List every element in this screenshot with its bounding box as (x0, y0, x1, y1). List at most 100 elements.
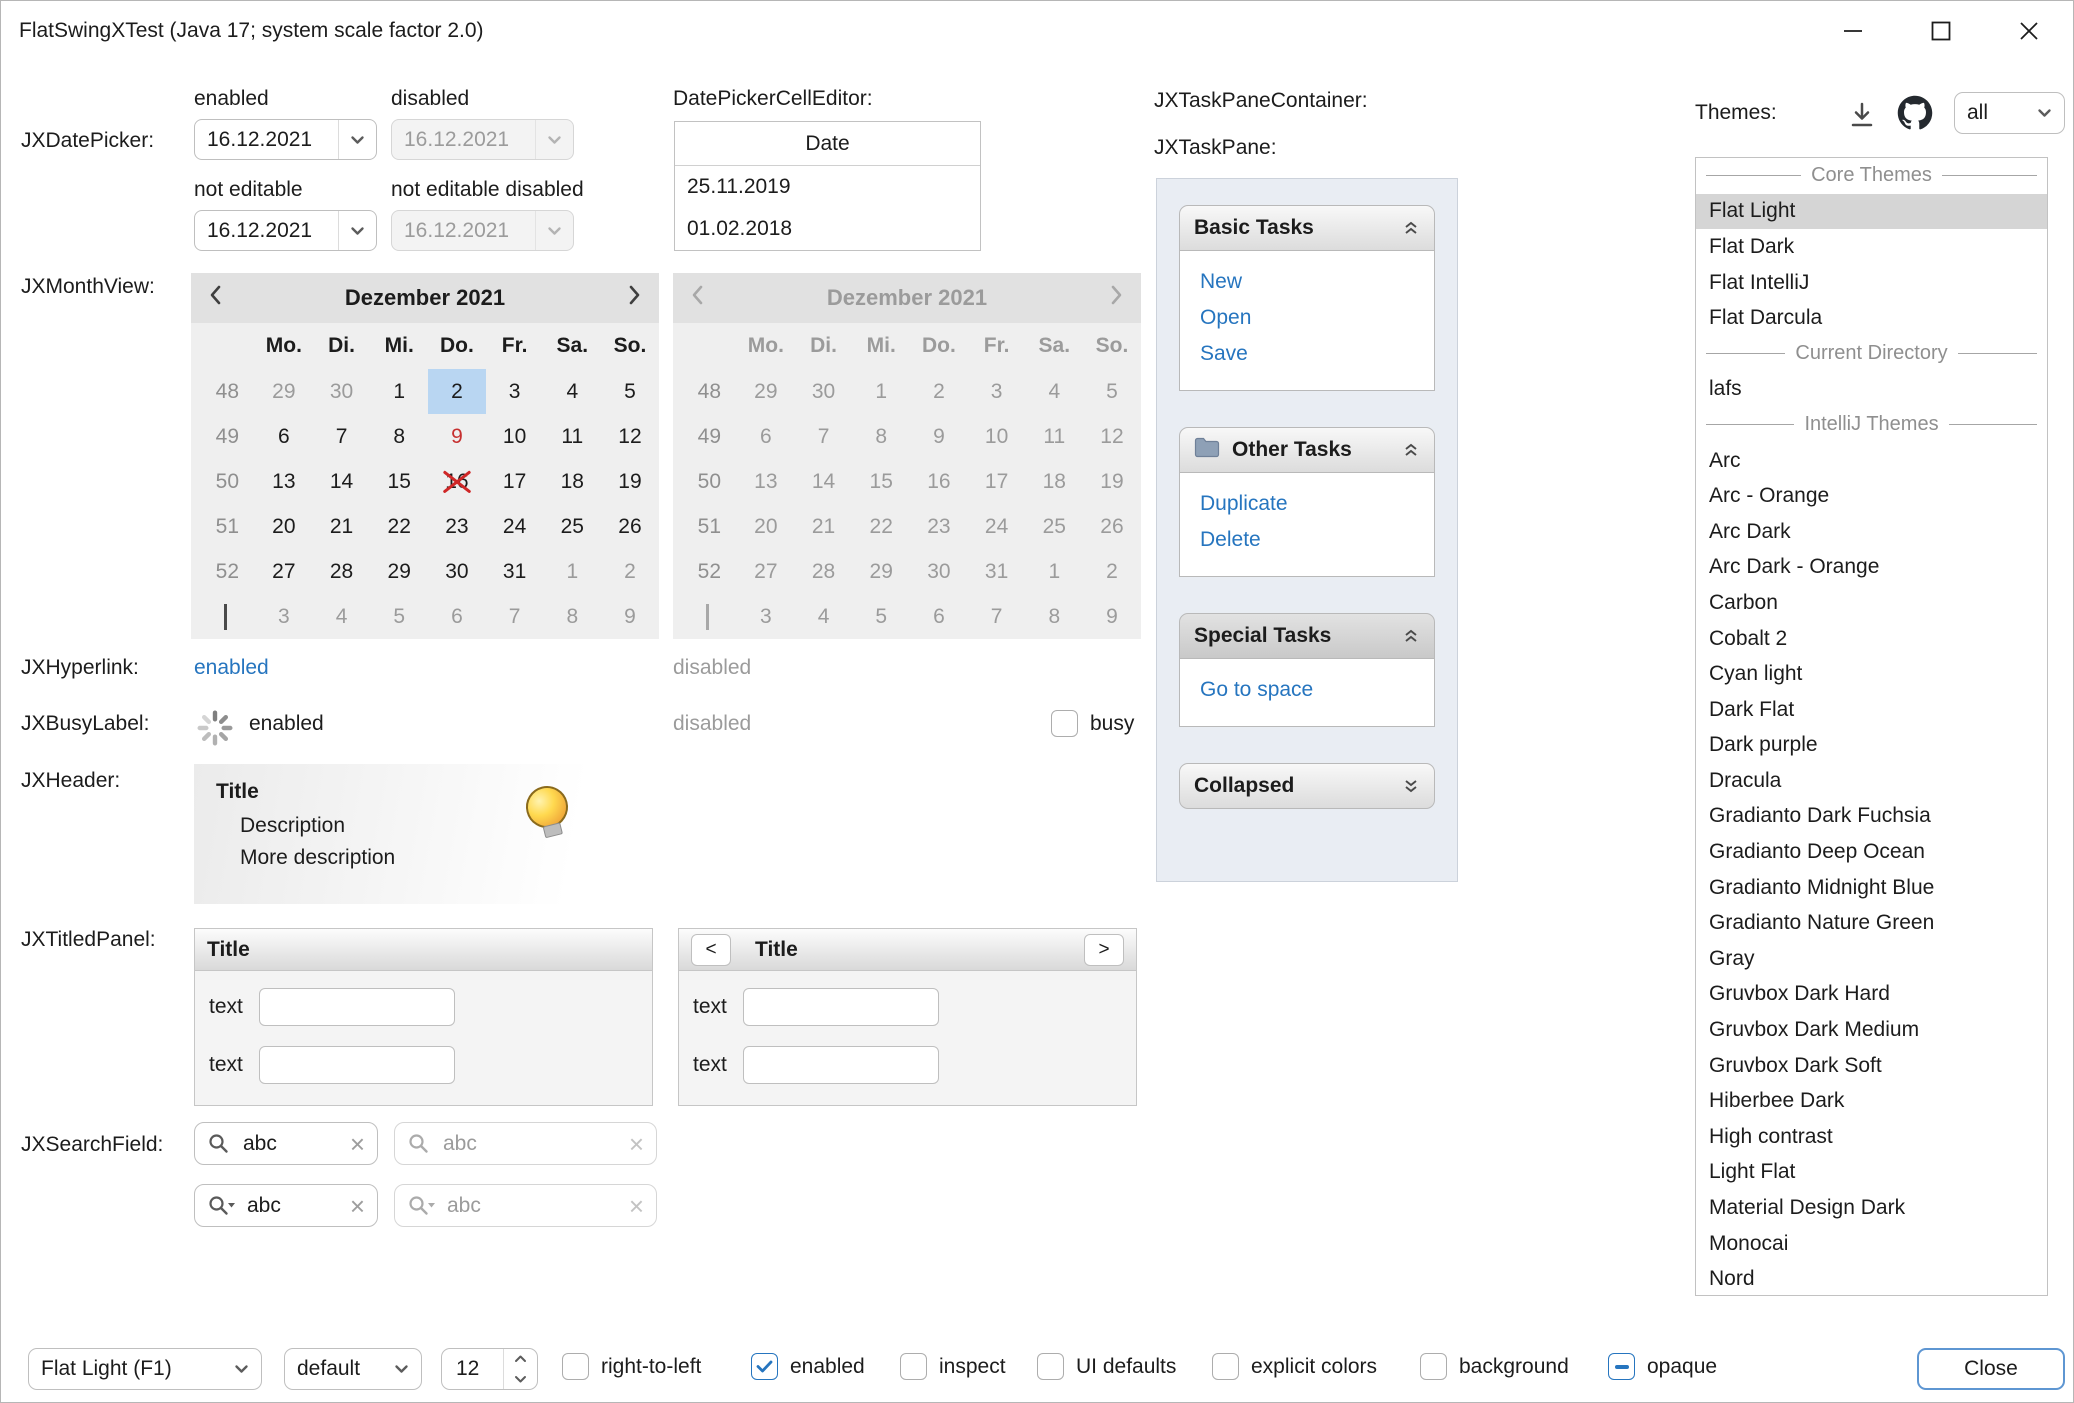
datepicker-not-editable[interactable]: 16.12.2021 (194, 210, 377, 251)
table-row[interactable]: 01.02.2018 (675, 208, 980, 250)
day-cell[interactable]: 6 (255, 414, 313, 459)
theme-list-item[interactable]: lafs (1696, 372, 2047, 408)
task-pane-header[interactable]: Collapsed (1179, 763, 1435, 809)
panel-right-button[interactable]: > (1084, 934, 1124, 966)
month-view-enabled[interactable]: Dezember 2021Mo.Di.Mi.Do.Fr.Sa.So.482930… (191, 273, 659, 639)
checkbox-busy[interactable]: busy (1051, 710, 1134, 737)
day-cell[interactable]: 23 (428, 504, 486, 549)
style-combo[interactable]: default (284, 1348, 422, 1390)
theme-list-item[interactable]: Light Flat (1696, 1155, 2047, 1191)
theme-list-item[interactable]: Dark purple (1696, 728, 2047, 764)
day-cell[interactable]: 14 (313, 459, 371, 504)
previous-month-button[interactable] (209, 284, 222, 312)
checkbox-background[interactable]: background (1420, 1353, 1569, 1380)
task-pane-header[interactable]: Special Tasks (1179, 613, 1435, 659)
table-row[interactable]: 25.11.2019 (675, 166, 980, 208)
day-cell[interactable]: 24 (486, 504, 544, 549)
day-cell[interactable]: 31 (486, 549, 544, 594)
day-cell[interactable]: 5 (601, 369, 659, 414)
checkbox-ui-defaults[interactable]: UI defaults (1037, 1353, 1176, 1380)
day-cell[interactable]: 7 (313, 414, 371, 459)
clear-icon[interactable]: × (350, 1193, 365, 1219)
text-field[interactable] (259, 988, 455, 1026)
day-cell[interactable]: 7 (486, 594, 544, 639)
day-cell[interactable]: 3 (255, 594, 313, 639)
datepicker-dropdown-button[interactable] (338, 120, 376, 159)
theme-list-item[interactable]: Arc - Orange (1696, 478, 2047, 514)
task-pane-header[interactable]: Basic Tasks (1179, 205, 1435, 251)
task-pane-header[interactable]: Other Tasks (1179, 427, 1435, 473)
theme-list-item[interactable]: Cobalt 2 (1696, 621, 2047, 657)
day-cell[interactable]: 10 (486, 414, 544, 459)
spinner-down-button[interactable] (504, 1369, 537, 1389)
day-cell[interactable]: 29 (370, 549, 428, 594)
themes-list[interactable]: Core ThemesFlat LightFlat DarkFlat Intel… (1695, 157, 2048, 1296)
spinner-up-button[interactable] (504, 1349, 537, 1369)
day-cell[interactable]: 4 (543, 369, 601, 414)
task-link[interactable]: Duplicate (1180, 486, 1434, 522)
day-cell[interactable]: 15 (370, 459, 428, 504)
task-link[interactable]: Open (1180, 300, 1434, 336)
day-cell[interactable]: 1 (370, 369, 428, 414)
day-cell[interactable]: 9 (428, 414, 486, 459)
download-icon[interactable] (1846, 99, 1878, 137)
day-cell[interactable]: 18 (543, 459, 601, 504)
day-cell[interactable]: 2 (428, 369, 486, 414)
task-link[interactable]: Delete (1180, 522, 1434, 558)
themes-filter-combo[interactable]: all (1954, 92, 2065, 134)
day-cell[interactable]: 6 (428, 594, 486, 639)
theme-list-item[interactable]: Flat Light (1696, 194, 2047, 230)
day-cell[interactable]: 27 (255, 549, 313, 594)
theme-list-item[interactable]: Gradianto Deep Ocean (1696, 834, 2047, 870)
theme-list-item[interactable]: Gradianto Dark Fuchsia (1696, 799, 2047, 835)
day-cell[interactable]: 11 (543, 414, 601, 459)
text-field[interactable] (259, 1046, 455, 1084)
day-cell[interactable]: 21 (313, 504, 371, 549)
clear-icon[interactable]: × (350, 1131, 365, 1157)
panel-left-button[interactable]: < (691, 934, 731, 966)
theme-list-item[interactable]: Flat Dark (1696, 229, 2047, 265)
day-cell[interactable]: 9 (601, 594, 659, 639)
day-cell[interactable]: 16 (428, 459, 486, 504)
theme-list-item[interactable]: Gray (1696, 941, 2047, 977)
task-link[interactable]: Go to space (1180, 672, 1434, 708)
datepicker-enabled[interactable]: 16.12.2021 (194, 119, 377, 160)
checkbox-inspect[interactable]: inspect (900, 1353, 1006, 1380)
close-window-button[interactable] (1985, 1, 2073, 61)
theme-list-item[interactable]: Cyan light (1696, 656, 2047, 692)
task-link[interactable]: New (1180, 264, 1434, 300)
day-cell[interactable]: 12 (601, 414, 659, 459)
day-cell[interactable]: 2 (601, 549, 659, 594)
day-cell[interactable]: 26 (601, 504, 659, 549)
github-icon[interactable] (1897, 95, 1933, 137)
laf-combo[interactable]: Flat Light (F1) (28, 1348, 262, 1390)
close-button[interactable]: Close (1917, 1348, 2065, 1390)
day-cell[interactable]: 17 (486, 459, 544, 504)
search-field-with-menu[interactable]: abc × (194, 1184, 378, 1227)
theme-list-item[interactable]: Gruvbox Dark Soft (1696, 1048, 2047, 1084)
theme-list-item[interactable]: Flat Darcula (1696, 300, 2047, 336)
theme-list-item[interactable]: Material Design Dark (1696, 1190, 2047, 1226)
theme-list-item[interactable]: Carbon (1696, 585, 2047, 621)
theme-list-item[interactable]: Flat IntelliJ (1696, 265, 2047, 301)
day-cell[interactable]: 25 (543, 504, 601, 549)
datepicker-dropdown-button[interactable] (338, 211, 376, 250)
theme-list-item[interactable]: High contrast (1696, 1119, 2047, 1155)
next-month-button[interactable] (628, 284, 641, 312)
theme-list-item[interactable]: Arc Dark (1696, 514, 2047, 550)
text-field[interactable] (743, 988, 939, 1026)
day-cell[interactable]: 5 (370, 594, 428, 639)
checkbox-enabled[interactable]: enabled (751, 1353, 865, 1380)
theme-list-item[interactable]: Dracula (1696, 763, 2047, 799)
day-cell[interactable]: 30 (428, 549, 486, 594)
day-cell[interactable]: 29 (255, 369, 313, 414)
checkbox-right-to-left[interactable]: right-to-left (562, 1353, 701, 1380)
theme-list-item[interactable]: Gradianto Midnight Blue (1696, 870, 2047, 906)
theme-list-item[interactable]: Gruvbox Dark Medium (1696, 1012, 2047, 1048)
day-cell[interactable]: 19 (601, 459, 659, 504)
maximize-button[interactable] (1897, 1, 1985, 61)
theme-list-item[interactable]: Arc (1696, 443, 2047, 479)
day-cell[interactable]: 8 (543, 594, 601, 639)
task-link[interactable]: Save (1180, 336, 1434, 372)
hyperlink-enabled[interactable]: enabled (194, 656, 269, 680)
